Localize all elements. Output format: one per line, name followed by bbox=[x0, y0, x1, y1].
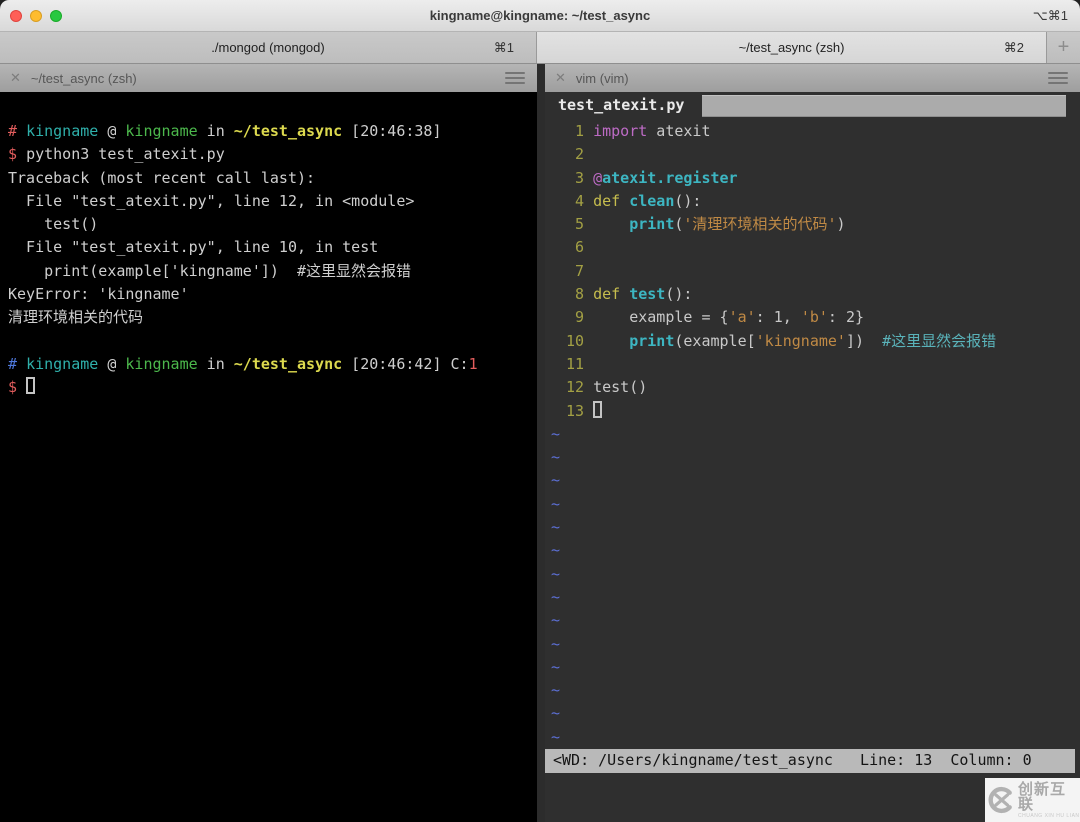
watermark-subtext: CHUANG XIN HU LIAN bbox=[1018, 814, 1080, 819]
tab-label: ~/test_async (zsh) bbox=[739, 40, 845, 55]
terminal-line: Traceback (most recent call last): bbox=[8, 167, 537, 190]
content-area: # kingname @ kingname in ~/test_async [2… bbox=[0, 92, 1080, 822]
tab-mongod[interactable]: ./mongod (mongod) ⌘1 bbox=[0, 32, 537, 63]
tab-test-async[interactable]: ~/test_async (zsh) ⌘2 bbox=[537, 32, 1047, 63]
line-number: 9 bbox=[557, 306, 584, 329]
code-line: 5 print('清理环境相关的代码') bbox=[545, 213, 1080, 236]
code-line: 1import atexit bbox=[545, 120, 1080, 143]
code-line: 13 bbox=[545, 400, 1080, 423]
vim-buffer-filename: test_atexit.py bbox=[558, 94, 684, 117]
code-line: 3@atexit.register bbox=[545, 167, 1080, 190]
tab-label: ./mongod (mongod) bbox=[211, 40, 324, 55]
code-line: 9 example = {'a': 1, 'b': 2} bbox=[545, 306, 1080, 329]
line-number: 2 bbox=[557, 143, 584, 166]
vim-statusline: <WD: /Users/kingname/test_async Line: 13… bbox=[545, 749, 1075, 773]
close-pane-icon[interactable]: ✕ bbox=[10, 70, 21, 86]
vim-tilde: ~ bbox=[545, 702, 1080, 725]
line-number: 3 bbox=[557, 167, 584, 190]
vim-tilde: ~ bbox=[545, 539, 1080, 562]
tab-bar: ./mongod (mongod) ⌘1 ~/test_async (zsh) … bbox=[0, 32, 1080, 64]
cursor bbox=[593, 401, 602, 418]
right-pane-title: vim (vim) bbox=[576, 71, 1048, 86]
watermark-brand: 创新互联 bbox=[1018, 782, 1080, 812]
code-line: 7 bbox=[545, 260, 1080, 283]
code-line: 12test() bbox=[545, 376, 1080, 399]
terminal-line: $ python3 test_atexit.py bbox=[8, 143, 537, 166]
code-line: 10 print(example['kingname']) #这里显然会报错 bbox=[545, 330, 1080, 353]
code-line: 2 bbox=[545, 143, 1080, 166]
code-line: 4def clean(): bbox=[545, 190, 1080, 213]
title-bar: kingname@kingname: ~/test_async ⌥⌘1 bbox=[0, 0, 1080, 32]
code-line: 11 bbox=[545, 353, 1080, 376]
line-number: 13 bbox=[557, 400, 584, 423]
watermark: 创新互联 CHUANG XIN HU LIAN bbox=[985, 778, 1080, 822]
left-pane-title: ~/test_async (zsh) bbox=[31, 71, 505, 86]
line-number: 8 bbox=[557, 283, 584, 306]
window-title: kingname@kingname: ~/test_async bbox=[0, 8, 1080, 23]
cursor bbox=[26, 377, 35, 394]
vim-tilde: ~ bbox=[545, 726, 1080, 749]
vim-tilde: ~ bbox=[545, 586, 1080, 609]
vim-empty-lines: ~~~~~~~~~~~~~~ bbox=[545, 423, 1080, 749]
code-line: 6 bbox=[545, 236, 1080, 259]
vim-tilde: ~ bbox=[545, 633, 1080, 656]
terminal-line: File "test_atexit.py", line 10, in test bbox=[8, 236, 537, 259]
vim-tilde: ~ bbox=[545, 493, 1080, 516]
vim-tilde: ~ bbox=[545, 563, 1080, 586]
vim-code: 1import atexit23@atexit.register4def cle… bbox=[545, 120, 1080, 423]
terminal-line: File "test_atexit.py", line 12, in <modu… bbox=[8, 190, 537, 213]
vim-pane[interactable]: test_atexit.py 1import atexit23@atexit.r… bbox=[545, 92, 1080, 822]
terminal-line: # kingname @ kingname in ~/test_async [2… bbox=[8, 120, 537, 143]
shell-pane[interactable]: # kingname @ kingname in ~/test_async [2… bbox=[0, 92, 537, 822]
pane-split-divider[interactable] bbox=[537, 92, 545, 822]
left-pane-header: ✕ ~/test_async (zsh) bbox=[0, 64, 537, 92]
terminal-line: 清理环境相关的代码 bbox=[8, 306, 537, 329]
line-number: 12 bbox=[557, 376, 584, 399]
line-number: 10 bbox=[557, 330, 584, 353]
terminal-line: KeyError: 'kingname' bbox=[8, 283, 537, 306]
vim-tilde: ~ bbox=[545, 446, 1080, 469]
right-pane-header: ✕ vim (vim) bbox=[545, 64, 1080, 92]
line-number: 5 bbox=[557, 213, 584, 236]
terminal-line: test() bbox=[8, 213, 537, 236]
vim-tabline-fill bbox=[702, 95, 1066, 117]
vim-tilde: ~ bbox=[545, 423, 1080, 446]
terminal-line: # kingname @ kingname in ~/test_async [2… bbox=[8, 353, 537, 376]
tab-shortcut: ⌘2 bbox=[1004, 40, 1024, 56]
terminal-line: print(example['kingname']) #这里显然会报错 bbox=[8, 260, 537, 283]
watermark-logo-icon bbox=[985, 785, 1014, 815]
terminal-line bbox=[8, 330, 537, 353]
vim-tilde: ~ bbox=[545, 469, 1080, 492]
pane-menu-icon[interactable] bbox=[1048, 72, 1068, 84]
close-pane-icon[interactable]: ✕ bbox=[555, 70, 566, 86]
pane-menu-icon[interactable] bbox=[505, 72, 525, 84]
tab-shortcut: ⌘1 bbox=[494, 40, 514, 56]
vim-tabline: test_atexit.py bbox=[545, 92, 1080, 120]
line-number: 1 bbox=[557, 120, 584, 143]
vim-tilde: ~ bbox=[545, 679, 1080, 702]
pane-divider bbox=[537, 64, 545, 92]
line-number: 7 bbox=[557, 260, 584, 283]
new-tab-button[interactable]: + bbox=[1047, 32, 1080, 63]
window-shortcut: ⌥⌘1 bbox=[1033, 8, 1068, 24]
terminal-line: $ bbox=[8, 376, 537, 399]
vim-tilde: ~ bbox=[545, 656, 1080, 679]
line-number: 6 bbox=[557, 236, 584, 259]
line-number: 4 bbox=[557, 190, 584, 213]
vim-tilde: ~ bbox=[545, 609, 1080, 632]
vim-tilde: ~ bbox=[545, 516, 1080, 539]
line-number: 11 bbox=[557, 353, 584, 376]
terminal-window: kingname@kingname: ~/test_async ⌥⌘1 ./mo… bbox=[0, 0, 1080, 822]
code-line: 8def test(): bbox=[545, 283, 1080, 306]
pane-headers: ✕ ~/test_async (zsh) ✕ vim (vim) bbox=[0, 64, 1080, 92]
